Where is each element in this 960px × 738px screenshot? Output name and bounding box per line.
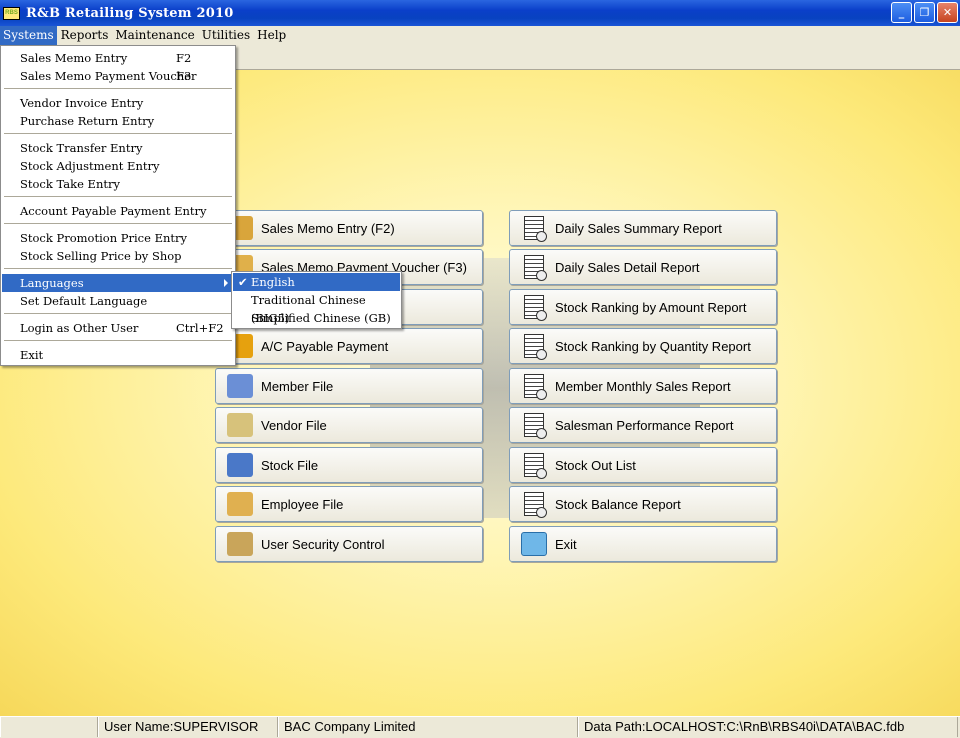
menu-separator [4,223,232,224]
status-spacer [0,717,98,737]
report-icon [519,452,549,479]
menu-separator [4,196,232,197]
menu-item-stock-adjustment-entry[interactable]: Stock Adjustment Entry [2,157,234,175]
stock-file-button[interactable]: Stock File [215,447,483,483]
menu-separator [4,268,232,269]
member-monthly-sales-report-button[interactable]: Member Monthly Sales Report [509,368,777,404]
status-company: BAC Company Limited [278,717,578,737]
menu-maintenance[interactable]: Maintenance [112,26,197,45]
menu-item-stock-transfer-entry[interactable]: Stock Transfer Entry [2,139,234,157]
status-user: User Name:SUPERVISOR [98,717,278,737]
status-data-path: Data Path:LOCALHOST:C:\RnB\RBS40i\DATA\B… [578,717,958,737]
menu-item-stock-take-entry[interactable]: Stock Take Entry [2,175,234,193]
menu-item-exit[interactable]: Exit [2,346,234,364]
menu-bar: Systems Reports Maintenance Utilities He… [0,26,960,45]
stock-ranking-amount-report-button[interactable]: Stock Ranking by Amount Report [509,289,777,325]
menu-separator [4,340,232,341]
vendor-file-icon [225,412,255,438]
menu-separator [4,313,232,314]
menu-item-login-as-other-user[interactable]: Login as Other User Ctrl+F2 [2,319,234,337]
menu-help[interactable]: Help [254,26,289,45]
title-bar: RBS R&B Retailing System 2010 _ ❐ ✕ [0,0,960,26]
submenu-arrow-icon [224,279,228,287]
report-icon [519,215,549,242]
menu-item-stock-promotion-price-entry[interactable]: Stock Promotion Price Entry [2,229,234,247]
daily-sales-summary-report-button[interactable]: Daily Sales Summary Report [509,210,777,246]
salesman-performance-report-button[interactable]: Salesman Performance Report [509,407,777,443]
report-icon [519,412,549,439]
menu-item-vendor-invoice-entry[interactable]: Vendor Invoice Entry [2,94,234,112]
report-icon [519,373,549,400]
app-logo-icon: RBS [3,6,20,20]
minimize-button[interactable]: _ [891,2,912,23]
daily-sales-detail-report-button[interactable]: Daily Sales Detail Report [509,249,777,285]
menu-item-stock-selling-price-by-shop[interactable]: Stock Selling Price by Shop [2,247,234,265]
language-english[interactable]: ✔ English [233,273,400,291]
restore-button[interactable]: ❐ [914,2,935,23]
menu-item-sales-memo-entry[interactable]: Sales Memo Entry F2 [2,49,234,67]
menu-item-sales-memo-payment-voucher[interactable]: Sales Memo Payment Voucher F3 [2,67,234,85]
stock-balance-report-button[interactable]: Stock Balance Report [509,486,777,522]
report-icon [519,491,549,518]
ac-payable-payment-button[interactable]: A/C Payable Payment [215,328,483,364]
systems-dropdown-menu: Sales Memo Entry F2 Sales Memo Payment Vo… [0,45,236,366]
employee-file-icon [225,491,255,517]
window-title: R&B Retailing System 2010 [26,5,234,21]
security-icon [225,531,255,557]
report-icon [519,333,549,360]
menu-systems[interactable]: Systems [0,26,57,45]
vendor-file-button[interactable]: Vendor File [215,407,483,443]
employee-file-button[interactable]: Employee File [215,486,483,522]
menu-utilities[interactable]: Utilities [199,26,253,45]
checkmark-icon: ✔ [238,275,248,289]
stock-out-list-button[interactable]: Stock Out List [509,447,777,483]
menu-item-purchase-return-entry[interactable]: Purchase Return Entry [2,112,234,130]
report-icon [519,254,549,281]
member-file-button[interactable]: Member File [215,368,483,404]
menu-item-set-default-language[interactable]: Set Default Language [2,292,234,310]
exit-door-icon [519,531,549,557]
status-bar: User Name:SUPERVISOR BAC Company Limited… [0,716,960,738]
language-simplified-chinese[interactable]: Simplified Chinese (GB) [233,309,400,327]
menu-separator [4,133,232,134]
languages-submenu: ✔ English Traditional Chinese (BIG5) Sim… [231,271,402,329]
menu-reports[interactable]: Reports [58,26,112,45]
menu-item-languages[interactable]: Languages [2,274,234,292]
language-traditional-chinese[interactable]: Traditional Chinese (BIG5) [233,291,400,325]
report-icon [519,294,549,321]
member-file-icon [225,373,255,399]
stock-file-icon [225,452,255,478]
exit-button[interactable]: Exit [509,526,777,562]
sales-memo-entry-button[interactable]: Sales Memo Entry (F2) [215,210,483,246]
menu-separator [4,88,232,89]
menu-item-account-payable-payment-entry[interactable]: Account Payable Payment Entry [2,202,234,220]
stock-ranking-quantity-report-button[interactable]: Stock Ranking by Quantity Report [509,328,777,364]
close-button[interactable]: ✕ [937,2,958,23]
user-security-control-button[interactable]: User Security Control [215,526,483,562]
